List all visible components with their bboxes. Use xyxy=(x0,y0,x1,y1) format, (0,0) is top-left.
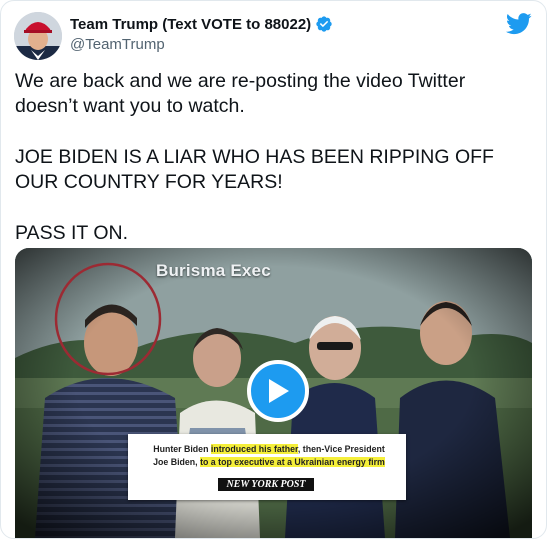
play-icon xyxy=(269,379,289,403)
avatar[interactable] xyxy=(14,12,62,60)
tweet-paragraph: We are back and we are re-posting the vi… xyxy=(15,70,466,117)
newspaper-logo: NEW YORK POST xyxy=(218,478,314,491)
tweet-paragraph: JOE BIDEN IS A LIAR WHO HAS BEEN RIPPING… xyxy=(15,146,494,193)
clipping-highlight: to a top executive at a Ukrainian energy… xyxy=(200,457,385,467)
overlay-caption: Burisma Exec xyxy=(156,261,271,280)
verified-badge-icon xyxy=(315,15,333,33)
clipping-line-2: Joe Biden, to a top executive at a Ukrai… xyxy=(138,457,400,467)
tweet-paragraph: PASS IT ON. xyxy=(15,222,129,244)
tweet-card: Team Trump (Text VOTE to 88022) @TeamTru… xyxy=(0,0,547,539)
clipping-line-1: Hunter Biden introduced his father, then… xyxy=(138,444,400,454)
tweet-text: We are back and we are re-posting the vi… xyxy=(15,69,530,272)
clipping-text: Hunter Biden xyxy=(153,444,211,454)
display-name[interactable]: Team Trump (Text VOTE to 88022) xyxy=(70,16,311,33)
clipping-text: , then-Vice President xyxy=(297,444,385,454)
play-button[interactable] xyxy=(247,360,309,422)
author-name-row[interactable]: Team Trump (Text VOTE to 88022) xyxy=(70,15,333,33)
clipping-highlight: introduced his father xyxy=(210,444,298,454)
clipping-text: Joe Biden, xyxy=(153,457,201,467)
video-media[interactable]: Burisma Exec Hunter Biden introduced his… xyxy=(15,248,532,538)
author-handle[interactable]: @TeamTrump xyxy=(70,36,165,53)
newspaper-clipping: Hunter Biden introduced his father, then… xyxy=(128,434,406,500)
twitter-bird-icon[interactable] xyxy=(506,13,532,35)
